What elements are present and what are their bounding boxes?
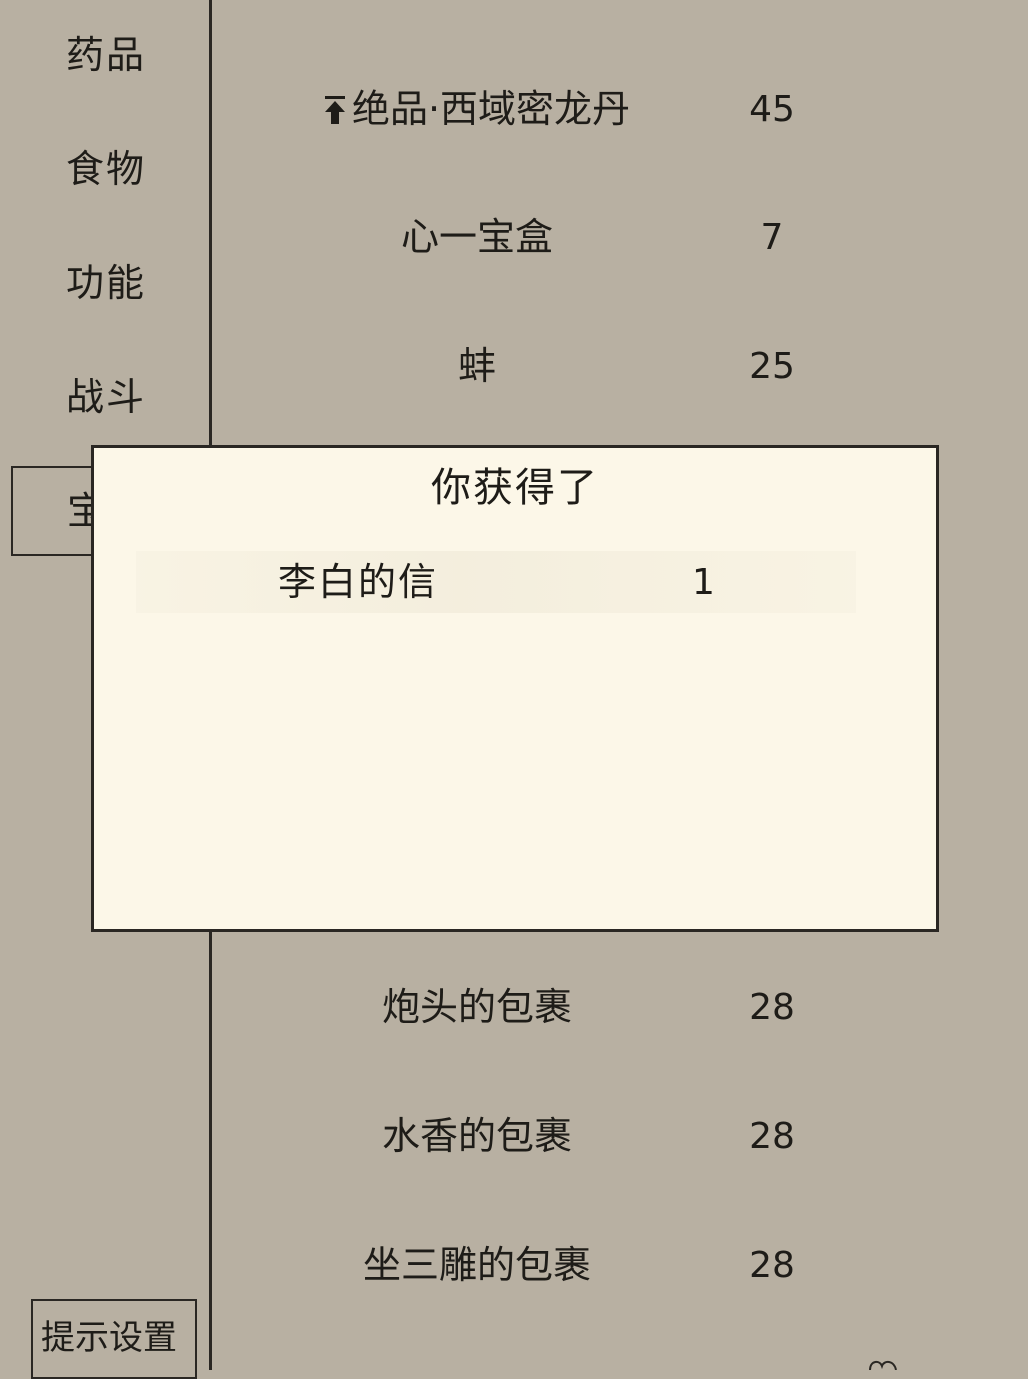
decorative-corner-icon — [869, 1360, 897, 1370]
item-qty: 28 — [749, 1116, 795, 1157]
item-row[interactable]: 绝品·西域密龙丹 45 — [212, 80, 1028, 140]
obtained-item-qty: 1 — [692, 562, 715, 603]
item-qty: 28 — [749, 1245, 795, 1286]
item-row[interactable]: 坐三雕的包裹 28 — [212, 1236, 1028, 1296]
obtained-item-name: 李白的信 — [278, 560, 439, 604]
item-name: 蚌 — [457, 344, 496, 388]
item-row[interactable]: 炮头的包裹 28 — [212, 978, 1028, 1038]
item-name-cell: 绝品·西域密龙丹 — [212, 90, 742, 128]
item-name: 心一宝盒 — [400, 215, 553, 259]
item-qty: 45 — [749, 89, 795, 130]
hint-settings-button[interactable]: 提示设置 — [31, 1299, 197, 1379]
item-row[interactable]: 水香的包裹 28 — [212, 1107, 1028, 1167]
item-name: 炮头的包裹 — [381, 985, 572, 1029]
dialog-title: 你获得了 — [431, 465, 599, 511]
item-row[interactable]: 心一宝盒 7 — [212, 208, 1028, 268]
hint-settings-label: 提示设置 — [41, 1318, 177, 1358]
item-obtained-dialog[interactable]: 你获得了 李白的信 1 — [91, 445, 939, 932]
category-tab-food[interactable]: 食物 — [66, 150, 146, 188]
item-row[interactable]: 蚌 25 — [212, 337, 1028, 397]
item-name: 水香的包裹 — [381, 1114, 572, 1158]
item-qty: 28 — [749, 987, 795, 1028]
item-name: 坐三雕的包裹 — [362, 1243, 591, 1287]
item-qty: 25 — [749, 346, 795, 387]
item-name: 绝品·西域密龙丹 — [351, 87, 631, 131]
pin-top-icon — [324, 96, 345, 124]
item-qty: 7 — [760, 217, 784, 258]
obtained-item-row: 李白的信 1 — [136, 551, 856, 613]
category-tab-combat[interactable]: 战斗 — [66, 378, 146, 416]
category-tab-medicine[interactable]: 药品 — [66, 36, 146, 74]
category-tab-function[interactable]: 功能 — [66, 264, 146, 302]
